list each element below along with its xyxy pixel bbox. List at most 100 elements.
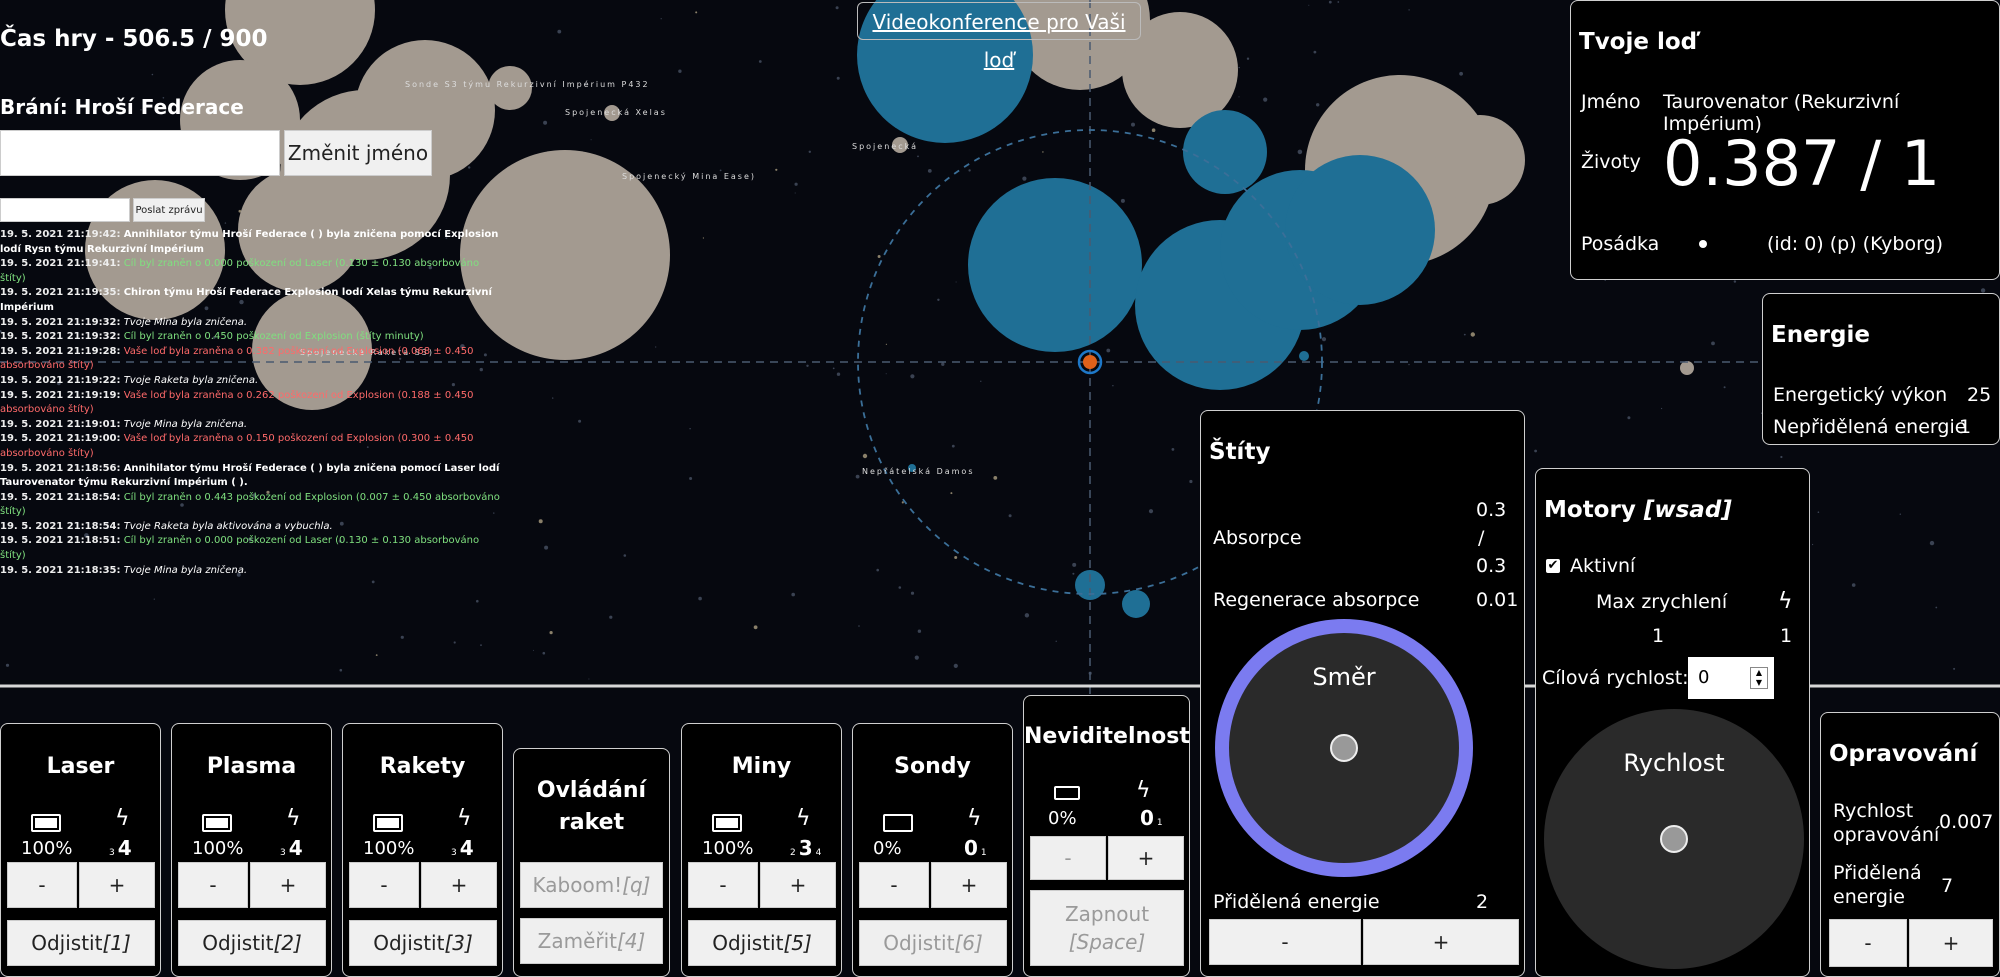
ship-name-input[interactable] <box>0 130 280 176</box>
shield-direction-dial[interactable]: Směr <box>1215 619 1473 877</box>
star <box>588 678 590 680</box>
regen-label: Regenerace absorpce <box>1213 589 1420 611</box>
message-input[interactable] <box>0 198 130 222</box>
stealth-plus-button[interactable]: + <box>1108 836 1184 880</box>
weapon-arm-label: Odjistit <box>31 931 103 955</box>
battery-icon <box>712 814 742 832</box>
star <box>1929 540 1935 546</box>
star <box>876 568 879 572</box>
stepper-icon[interactable]: ▲ ▼ <box>1750 667 1768 689</box>
weapon-arm-button[interactable]: Odjistit [1] <box>7 920 155 966</box>
weapon-arm-button[interactable]: Odjistit [3] <box>349 920 497 966</box>
log-entry: 19. 5. 2021 21:19:19: Vaše loď byla zran… <box>0 389 500 418</box>
star <box>836 372 841 376</box>
radar-label: Sonde S3 týmu Rekurzivní Impérium P432 <box>405 80 650 89</box>
star <box>1470 332 1476 337</box>
kaboom-button[interactable]: Kaboom! [q] <box>520 862 663 908</box>
weapon-energy-minus-button[interactable]: - <box>688 862 758 908</box>
weapon-arm-button[interactable]: Odjistit [2] <box>178 920 326 966</box>
repair-energy-minus-button[interactable]: - <box>1829 919 1907 967</box>
star <box>1953 667 1956 670</box>
aim-hotkey: [4] <box>617 929 646 953</box>
rename-button[interactable]: Změnit jméno <box>284 130 432 176</box>
star <box>400 635 404 639</box>
ship-panel: Tvoje loď Jméno Taurovenator (Rekurzivní… <box>1570 0 2000 280</box>
log-timestamp: 19. 5. 2021 21:18:54: <box>0 491 121 503</box>
energy-output-value: 25 <box>1967 384 1992 406</box>
shield-energy-plus-button[interactable]: + <box>1363 919 1519 965</box>
stealth-toggle-button[interactable]: Zapnout [Space] <box>1030 890 1184 966</box>
weapon-energy-plus-button[interactable]: + <box>79 862 155 908</box>
star <box>1459 71 1463 76</box>
ship-name-label: Jméno <box>1581 91 1641 113</box>
log-timestamp: 19. 5. 2021 21:19:42: <box>0 229 121 240</box>
speed-dial[interactable]: Rychlost <box>1544 709 1804 969</box>
star <box>1072 562 1077 567</box>
energy-icon: ϟ <box>457 806 472 831</box>
star <box>552 397 554 399</box>
star <box>1022 176 1027 181</box>
weapon-charge: 100% <box>192 838 244 859</box>
engines-title: Motory [wsad] <box>1544 497 1732 523</box>
video-conference-link[interactable]: Videokonference pro Vaši loď <box>857 2 1141 72</box>
star <box>695 11 698 14</box>
weapon-energy-minus-button[interactable]: - <box>7 862 77 908</box>
star <box>375 654 378 656</box>
star <box>678 69 682 73</box>
star <box>153 598 155 600</box>
star <box>937 298 940 301</box>
star <box>1851 583 1856 587</box>
log-timestamp: 19. 5. 2021 21:18:54: <box>0 520 121 532</box>
weapon-energy: 34 <box>109 836 135 860</box>
send-message-button[interactable]: Poslat zprávu <box>133 198 205 222</box>
shield-energy-minus-button[interactable]: - <box>1209 919 1361 965</box>
star <box>1148 509 1154 514</box>
star <box>914 655 919 660</box>
star <box>1661 407 1663 410</box>
weapon-energy-minus-button[interactable]: - <box>859 862 929 908</box>
star <box>775 168 778 171</box>
stealth-minus-button[interactable]: - <box>1030 836 1106 880</box>
aim-button[interactable]: Zaměřit [4] <box>520 918 663 964</box>
weapon-title: Laser <box>46 754 115 779</box>
weapon-energy-minus-button[interactable]: - <box>349 862 419 908</box>
log-timestamp: 19. 5. 2021 21:19:35: <box>0 287 121 299</box>
weapon-arm-button[interactable]: Odjistit [6] <box>859 920 1007 966</box>
stealth-energy: 01 <box>1140 806 1163 830</box>
weapon-energy-plus-button[interactable]: + <box>421 862 497 908</box>
star <box>1238 96 1240 98</box>
star <box>862 453 868 459</box>
repair-energy-plus-button[interactable]: + <box>1909 919 1993 967</box>
radar-label: Spojenecká <box>852 142 918 151</box>
star <box>950 492 953 495</box>
weapon-energy-min: 3 <box>280 848 286 858</box>
star <box>808 150 811 153</box>
target-speed-label: Cílová rychlost: <box>1542 667 1689 689</box>
weapon-arm-button[interactable]: Odjistit [5] <box>688 920 836 966</box>
weapon-energy-plus-button[interactable]: + <box>931 862 1007 908</box>
star <box>623 554 627 557</box>
weapon-energy-plus-button[interactable]: + <box>250 862 326 908</box>
weapon-energy-minus-button[interactable]: - <box>178 862 248 908</box>
speed-dial-label: Rychlost <box>1623 749 1725 777</box>
star <box>1313 50 1317 54</box>
target-speed-input[interactable]: 0 ▲ ▼ <box>1688 657 1774 699</box>
star <box>1263 97 1268 102</box>
engines-active-checkbox[interactable]: ✔ <box>1546 559 1560 573</box>
star <box>543 120 548 125</box>
speed-dial-knob[interactable] <box>1660 825 1688 853</box>
battery-empty-icon <box>1054 786 1080 800</box>
weapon-energy-plus-button[interactable]: + <box>760 862 836 908</box>
log-timestamp: 19. 5. 2021 21:19:41: <box>0 258 121 270</box>
star <box>1246 57 1250 60</box>
star <box>1408 363 1410 366</box>
log-entry: 19. 5. 2021 21:19:35: Chiron týmu Hroší … <box>0 286 500 315</box>
stealth-toggle-label: Zapnout <box>1064 902 1150 926</box>
log-message: Tvoje Mina byla zničena. <box>123 316 248 328</box>
dial-knob[interactable] <box>1330 734 1358 762</box>
star <box>468 166 471 169</box>
energy-icon: ϟ <box>796 806 811 831</box>
weapon-energy-min: 3 <box>451 848 457 858</box>
shield-energy-label: Přidělená energie <box>1213 891 1380 913</box>
engines-energy-value: 1 <box>1780 625 1793 647</box>
